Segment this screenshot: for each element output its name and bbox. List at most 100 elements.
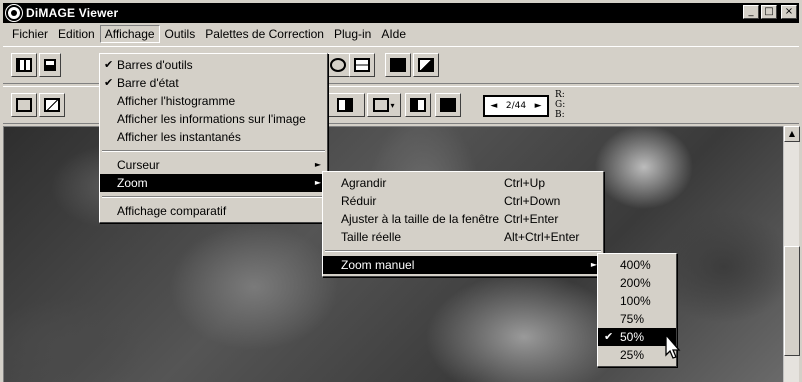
- rotate-button[interactable]: [325, 53, 351, 77]
- shortcut-label: Alt+Ctrl+Enter: [504, 230, 580, 244]
- grid-icon: [16, 58, 32, 72]
- vertical-scrollbar[interactable]: ▲: [783, 126, 800, 382]
- next-frame-icon[interactable]: ►: [532, 101, 544, 111]
- minimize-button[interactable]: _: [743, 5, 759, 19]
- menu-edition[interactable]: Edition: [53, 25, 100, 43]
- menu-item-label: Affichage comparatif: [117, 204, 227, 218]
- checkmark-icon: ✔: [104, 76, 114, 89]
- menu-item-label: Zoom: [117, 176, 148, 190]
- menu-palettes-de-correction[interactable]: Palettes de Correction: [200, 25, 329, 43]
- dollar-s-icon: [16, 98, 32, 112]
- menu-item-curseur[interactable]: Curseur ►: [100, 156, 327, 174]
- submenu-arrow-icon: ►: [314, 160, 321, 169]
- title-bar[interactable]: DiMAGE Viewer _ □ ×: [3, 3, 799, 23]
- flip-button[interactable]: [349, 53, 375, 77]
- menu-item-taille-reelle[interactable]: Taille réelle Alt+Ctrl+Enter: [323, 228, 603, 246]
- menu-separator: [102, 150, 325, 152]
- menu-item-ajuster-fenetre[interactable]: Ajuster à la taille de la fenêtre Ctrl+E…: [323, 210, 603, 228]
- halftone-icon: [410, 98, 426, 112]
- menu-item-barres-doutils[interactable]: ✔ Barres d'outils: [100, 56, 327, 74]
- curve-icon: [44, 98, 60, 112]
- menu-item-label: Afficher les instantanés: [117, 130, 241, 144]
- layout-dropdown-button[interactable]: ▾: [367, 93, 401, 117]
- menu-item-label: Curseur: [117, 158, 160, 172]
- menu-item-zoom[interactable]: Zoom ►: [100, 174, 327, 192]
- compare-dropdown-button[interactable]: [325, 93, 365, 117]
- menu-item-zoom-400[interactable]: 400%: [598, 256, 676, 274]
- window-controls: _ □ ×: [743, 5, 797, 19]
- app-icon: [6, 5, 22, 21]
- menu-plug-in[interactable]: Plug-in: [329, 25, 376, 43]
- shortcut-label: Ctrl+Enter: [504, 212, 559, 226]
- menu-item-label: Barres d'outils: [117, 58, 193, 72]
- flip-vertical-icon: [354, 58, 370, 72]
- menu-item-afficher-informations[interactable]: Afficher les informations sur l'image: [100, 110, 327, 128]
- menu-item-label: Afficher l'histogramme: [117, 94, 236, 108]
- menu-item-label: Zoom manuel: [341, 258, 415, 272]
- menu-item-label: 25%: [620, 348, 645, 362]
- rgb-label-g: G:: [555, 100, 566, 110]
- window-title: DiMAGE Viewer: [26, 6, 119, 20]
- menu-aide[interactable]: AIde: [376, 25, 411, 43]
- menu-item-label: Barre d'état: [117, 76, 179, 90]
- floppy-disk-icon: [44, 59, 56, 71]
- menu-item-label: Réduir: [341, 194, 377, 208]
- black-square-icon: [440, 98, 456, 112]
- mouse-pointer-icon: [665, 333, 681, 359]
- export-icon: [418, 58, 434, 72]
- menu-separator: [325, 250, 601, 252]
- menu-item-afficher-histogramme[interactable]: Afficher l'histogramme: [100, 92, 327, 110]
- menu-item-label: Afficher les informations sur l'image: [117, 112, 306, 126]
- menu-item-label: 400%: [620, 258, 651, 272]
- menu-item-affichage-comparatif[interactable]: Affichage comparatif: [100, 202, 327, 220]
- menu-item-label: Ajuster à la taille de la fenêtre: [341, 212, 500, 226]
- menu-item-label: Taille réelle: [341, 230, 402, 244]
- close-button[interactable]: ×: [781, 5, 797, 19]
- rgb-label-b: B:: [555, 110, 565, 120]
- frame-navigator: ◄ 2/44 ►: [483, 95, 549, 117]
- printer-icon: [390, 58, 406, 72]
- scrollbar-thumb[interactable]: [784, 246, 800, 356]
- menu-separator: [102, 196, 325, 198]
- menu-item-label: 75%: [620, 312, 645, 326]
- menu-item-barre-detat[interactable]: ✔ Barre d'état: [100, 74, 327, 92]
- color-balance-button[interactable]: [11, 93, 37, 117]
- menu-item-zoom-manuel[interactable]: Zoom manuel ►: [323, 256, 603, 274]
- menu-item-label: 50%: [620, 330, 645, 344]
- save-button[interactable]: [39, 53, 61, 77]
- maximize-button[interactable]: □: [761, 5, 777, 19]
- background-gray-button[interactable]: [405, 93, 431, 117]
- compare-icon: [337, 98, 353, 112]
- tone-curve-button[interactable]: [39, 93, 65, 117]
- menu-bar: Fichier Edition Affichage Outils Palette…: [3, 24, 799, 44]
- affichage-menu: ✔ Barres d'outils ✔ Barre d'état Affiche…: [99, 53, 328, 223]
- menu-item-label: 200%: [620, 276, 651, 290]
- previous-frame-icon[interactable]: ◄: [488, 101, 500, 111]
- menu-item-agrandir[interactable]: Agrandir Ctrl+Up: [323, 174, 603, 192]
- menu-fichier[interactable]: Fichier: [7, 25, 53, 43]
- menu-item-zoom-100[interactable]: 100%: [598, 292, 676, 310]
- menu-affichage[interactable]: Affichage: [99, 25, 160, 43]
- rgb-readout: R: G: B:: [555, 90, 565, 120]
- layout-icon: [373, 98, 390, 112]
- zoom-submenu: Agrandir Ctrl+Up Réduir Ctrl+Down Ajuste…: [322, 171, 604, 277]
- print-button[interactable]: [385, 53, 411, 77]
- menu-outils[interactable]: Outils: [160, 25, 201, 43]
- menu-item-zoom-75[interactable]: 75%: [598, 310, 676, 328]
- scroll-up-icon[interactable]: ▲: [784, 126, 800, 142]
- dropdown-arrow-icon: ▾: [390, 100, 395, 110]
- menu-item-reduir[interactable]: Réduir Ctrl+Down: [323, 192, 603, 210]
- menu-item-label: Agrandir: [341, 176, 387, 190]
- export-button[interactable]: [413, 53, 439, 77]
- thumbnail-view-button[interactable]: [11, 53, 37, 77]
- background-black-button[interactable]: [435, 93, 461, 117]
- menu-item-zoom-200[interactable]: 200%: [598, 274, 676, 292]
- menu-item-afficher-instantanes[interactable]: Afficher les instantanés: [100, 128, 327, 146]
- frame-counter-text: 2/44: [505, 101, 527, 111]
- shortcut-label: Ctrl+Down: [504, 194, 561, 208]
- checkmark-icon: ✔: [604, 330, 614, 343]
- submenu-arrow-icon: ►: [314, 178, 321, 187]
- menu-item-label: 100%: [620, 294, 651, 308]
- checkmark-icon: ✔: [104, 58, 114, 71]
- rgb-label-r: R:: [555, 90, 565, 100]
